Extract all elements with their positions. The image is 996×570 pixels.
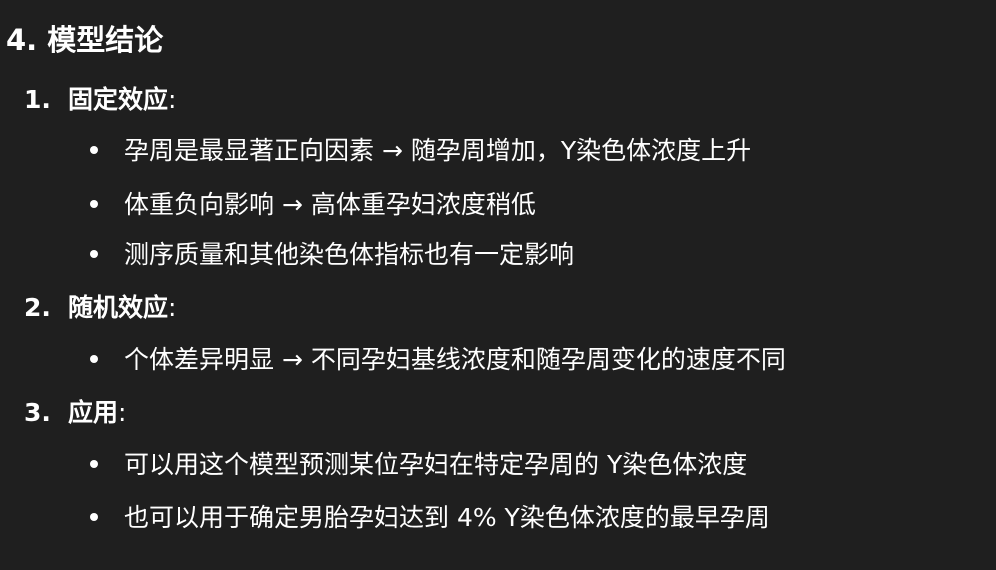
bullet-dot-icon — [90, 355, 98, 363]
item-number: 2. — [24, 293, 51, 322]
bullet-item: 个体差异明显 → 不同孕妇基线浓度和随孕周变化的速度不同 — [90, 342, 786, 378]
bullet-text: 可以用这个模型预测某位孕妇在特定孕周的 Y染色体浓度 — [124, 450, 748, 479]
bullet-item: 也可以用于确定男胎孕妇达到 4% Y染色体浓度的最早孕周 — [90, 500, 770, 536]
list-item-fixed-effects: 1. 固定效应: — [24, 82, 176, 118]
item-title: 随机效应 — [68, 293, 169, 322]
bullet-dot-icon — [90, 146, 98, 154]
bullet-text: 个体差异明显 → 不同孕妇基线浓度和随孕周变化的速度不同 — [124, 345, 786, 374]
section-heading: 4. 模型结论 — [6, 23, 164, 57]
bullet-item: 测序质量和其他染色体指标也有一定影响 — [90, 237, 574, 273]
item-colon: : — [118, 398, 127, 427]
bullet-dot-icon — [90, 513, 98, 521]
item-colon: : — [168, 85, 177, 114]
bullet-text: 孕周是最显著正向因素 → 随孕周增加，Y染色体浓度上升 — [124, 136, 752, 165]
bullet-text: 体重负向影响 → 高体重孕妇浓度稍低 — [124, 190, 536, 219]
item-colon: : — [168, 293, 177, 322]
bullet-text: 也可以用于确定男胎孕妇达到 4% Y染色体浓度的最早孕周 — [124, 503, 770, 532]
bullet-dot-icon — [90, 460, 98, 468]
bullet-dot-icon — [90, 250, 98, 258]
item-title: 固定效应 — [68, 85, 169, 114]
item-number: 1. — [24, 85, 51, 114]
bullet-dot-icon — [90, 200, 98, 208]
item-title: 应用 — [68, 398, 119, 427]
bullet-item: 孕周是最显著正向因素 → 随孕周增加，Y染色体浓度上升 — [90, 133, 751, 169]
list-item-random-effects: 2. 随机效应: — [24, 290, 176, 326]
bullet-item: 体重负向影响 → 高体重孕妇浓度稍低 — [90, 187, 536, 223]
bullet-text: 测序质量和其他染色体指标也有一定影响 — [124, 240, 575, 269]
list-item-application: 3. 应用: — [24, 395, 126, 431]
bullet-item: 可以用这个模型预测某位孕妇在特定孕周的 Y染色体浓度 — [90, 447, 747, 483]
item-number: 3. — [24, 398, 51, 427]
